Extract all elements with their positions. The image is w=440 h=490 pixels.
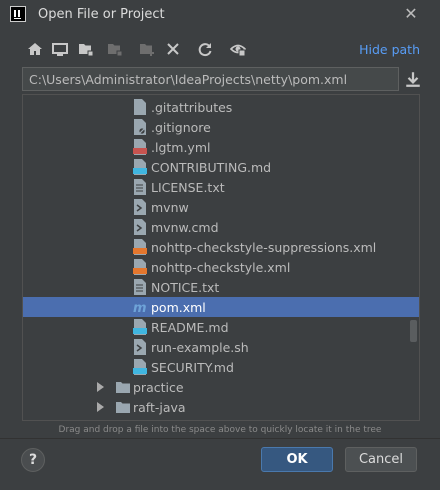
home-icon[interactable] <box>24 38 46 60</box>
tree-item-label: nohttp-checkstyle.xml <box>151 260 291 275</box>
intellij-icon <box>10 6 26 22</box>
refresh-icon[interactable] <box>194 38 216 60</box>
tree-item-label: SECURITY.md <box>151 360 234 375</box>
title-bar: Open File or Project ✕ <box>0 0 440 30</box>
expand-arrow-icon[interactable] <box>97 402 104 412</box>
yaml-file-icon <box>133 139 147 155</box>
text-file-icon <box>133 279 147 295</box>
tree-item-label: README.md <box>151 320 229 335</box>
toolbar: Hide path <box>20 38 420 62</box>
tree-item-label: .gitignore <box>151 120 211 135</box>
tree-item[interactable]: nohttp-checkstyle-suppressions.xml <box>23 237 419 257</box>
tree-item[interactable]: LICENSE.txt <box>23 177 419 197</box>
tree-item[interactable]: README.md <box>23 317 419 337</box>
tree-scrollbar[interactable] <box>410 320 417 342</box>
delete-icon[interactable] <box>162 38 184 60</box>
path-input[interactable] <box>23 68 398 90</box>
tree-item-label: pom.xml <box>151 300 206 315</box>
tree-item-label: mvnw <box>151 200 189 215</box>
show-hidden-icon[interactable] <box>227 38 249 60</box>
file-tree[interactable]: .gitattributes .gitignore .lgtm.yml CONT… <box>22 94 420 421</box>
tree-item-selected[interactable]: m pom.xml <box>23 297 419 317</box>
tree-item[interactable]: mvnw <box>23 197 419 217</box>
tree-item[interactable]: run-example.sh <box>23 337 419 357</box>
tree-item[interactable]: CONTRIBUTING.md <box>23 157 419 177</box>
tree-item-label: .gitattributes <box>151 100 233 115</box>
tree-item[interactable]: .lgtm.yml <box>23 137 419 157</box>
expand-arrow-icon[interactable] <box>97 382 104 392</box>
markdown-file-icon <box>133 159 147 175</box>
svg-text:m: m <box>133 301 147 315</box>
markdown-file-icon <box>133 319 147 335</box>
tree-item-label: NOTICE.txt <box>151 280 220 295</box>
tree-folder[interactable]: practice <box>23 377 419 397</box>
tree-item-label: LICENSE.txt <box>151 180 225 195</box>
tree-folder-label: practice <box>133 380 184 395</box>
gitignore-icon <box>133 119 147 135</box>
tree-item[interactable]: nohttp-checkstyle.xml <box>23 257 419 277</box>
gitattributes-icon <box>133 99 147 115</box>
tree-item-label: run-example.sh <box>151 340 249 355</box>
markdown-file-icon <box>133 359 147 375</box>
footer-divider <box>0 438 440 439</box>
desktop-icon[interactable] <box>49 38 71 60</box>
folder-icon <box>115 379 130 395</box>
tree-item[interactable]: NOTICE.txt <box>23 277 419 297</box>
hide-path-link[interactable]: Hide path <box>359 42 420 57</box>
tree-item[interactable]: mvnw.cmd <box>23 217 419 237</box>
xml-file-icon <box>133 259 147 275</box>
new-folder-icon[interactable] <box>136 38 158 60</box>
download-icon[interactable] <box>404 70 422 88</box>
window-title: Open File or Project <box>38 7 165 22</box>
cancel-button[interactable]: Cancel <box>345 447 417 472</box>
script-file-icon <box>133 219 147 235</box>
path-field-container <box>22 67 399 91</box>
tree-item-label: nohttp-checkstyle-suppressions.xml <box>151 240 377 255</box>
script-file-icon <box>133 199 147 215</box>
drag-drop-hint: Drag and drop a file into the space abov… <box>58 425 382 435</box>
tree-item-label: CONTRIBUTING.md <box>151 160 272 175</box>
tree-folder-label: raft-java <box>133 400 186 415</box>
tree-item-label: .lgtm.yml <box>151 140 211 155</box>
tree-item[interactable]: SECURITY.md <box>23 357 419 377</box>
close-icon[interactable]: ✕ <box>402 5 420 23</box>
ok-button[interactable]: OK <box>261 447 333 472</box>
text-file-icon <box>133 179 147 195</box>
project-folder-icon[interactable] <box>75 38 97 60</box>
tree-folder[interactable]: raft-java <box>23 397 419 417</box>
tree-item[interactable]: .gitignore <box>23 117 419 137</box>
tree-item[interactable]: .gitattributes <box>23 97 419 117</box>
help-button[interactable]: ? <box>21 448 45 472</box>
module-folder-icon[interactable] <box>104 38 126 60</box>
folder-icon <box>115 399 130 415</box>
script-file-icon <box>133 339 147 355</box>
tree-item-label: mvnw.cmd <box>151 220 219 235</box>
maven-icon: m <box>133 299 147 316</box>
xml-file-icon <box>133 239 147 255</box>
